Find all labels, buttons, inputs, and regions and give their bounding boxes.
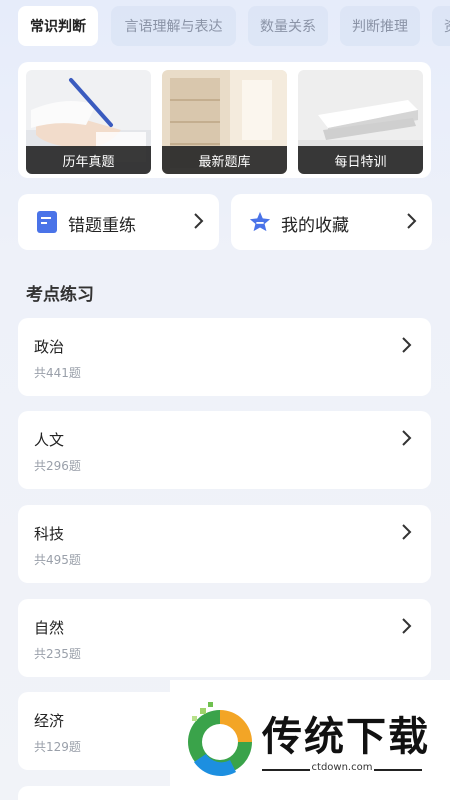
tab-reasoning[interactable]: 判断推理	[340, 6, 420, 46]
topic-item[interactable]: 人文 共296题	[18, 411, 431, 489]
topic-name: 经济	[34, 712, 65, 730]
topic-count: 共495题	[34, 553, 81, 567]
tile-caption: 每日特训	[298, 146, 423, 174]
tile-caption: 最新题库	[162, 146, 287, 174]
topic-name: 科技	[34, 525, 65, 543]
favorites-button[interactable]: 我的收藏	[231, 194, 432, 250]
document-icon	[37, 211, 57, 233]
topic-item[interactable]: 自然 共235题	[18, 599, 431, 677]
chevron-right-icon	[194, 213, 204, 229]
chevron-right-icon	[407, 213, 417, 229]
wrong-questions-button[interactable]: 错题重练	[18, 194, 219, 250]
tab-quantity[interactable]: 数量关系	[248, 6, 328, 46]
topic-item[interactable]: 政治 共441题	[18, 318, 431, 396]
chevron-right-icon	[402, 618, 412, 634]
topic-count: 共441题	[34, 366, 81, 380]
tab-data[interactable]: 资	[432, 6, 450, 46]
tile-caption: 历年真题	[26, 146, 151, 174]
section-title: 考点练习	[26, 285, 94, 305]
ctdown-logo-icon	[188, 702, 252, 777]
chevron-right-icon	[402, 430, 412, 446]
divider	[374, 769, 422, 771]
banner: 历年真题 最新题库 每日特训	[18, 62, 431, 178]
category-tabs: 常识判断 言语理解与表达 数量关系 判断推理 资	[18, 6, 450, 46]
tile-latest-bank[interactable]: 最新题库	[162, 70, 287, 174]
quick-label: 错题重练	[68, 216, 136, 236]
watermark: 传统下载 ctdown.com	[170, 680, 450, 800]
topic-name: 人文	[34, 431, 65, 449]
star-icon	[249, 211, 271, 232]
tab-language[interactable]: 言语理解与表达	[111, 6, 236, 46]
topic-name: 政治	[34, 338, 65, 356]
topic-count: 共296题	[34, 459, 81, 473]
watermark-title: 传统下载	[262, 714, 430, 760]
quick-label: 我的收藏	[281, 216, 349, 236]
chevron-right-icon	[402, 337, 412, 353]
topic-item[interactable]: 科技 共495题	[18, 505, 431, 583]
tile-past-exams[interactable]: 历年真题	[26, 70, 151, 174]
tab-common-sense[interactable]: 常识判断	[18, 6, 98, 46]
tile-daily-training[interactable]: 每日特训	[298, 70, 423, 174]
chevron-right-icon	[402, 524, 412, 540]
topic-count: 共129题	[34, 740, 81, 754]
topic-count: 共235题	[34, 647, 81, 661]
watermark-url: ctdown.com	[311, 762, 373, 773]
topic-name: 自然	[34, 619, 65, 637]
